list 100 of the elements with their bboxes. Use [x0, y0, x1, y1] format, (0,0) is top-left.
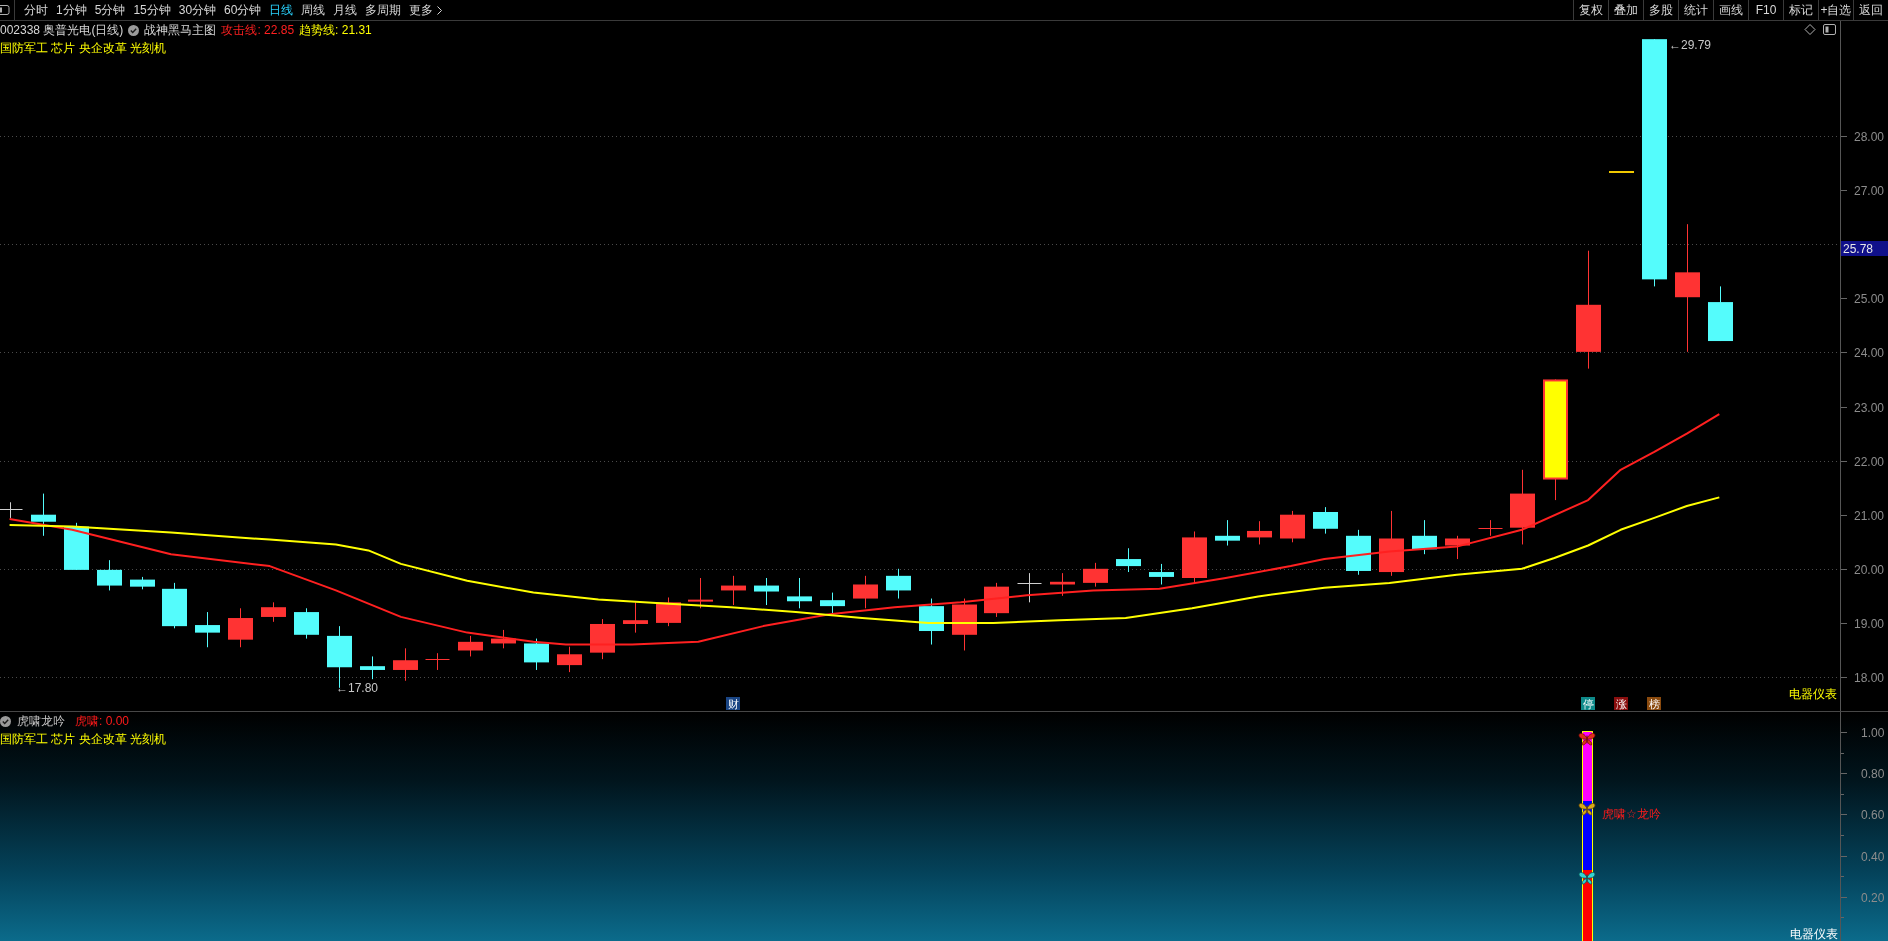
- value-axis-label: 0.80: [1861, 766, 1885, 781]
- candlestick: [820, 592, 845, 615]
- more-menu-button[interactable]: 更多: [405, 0, 447, 20]
- price-axis-label: 27.00: [1854, 183, 1885, 198]
- price-axis-label: 21.00: [1854, 508, 1885, 523]
- candlestick: [721, 575, 746, 606]
- candlestick: [853, 575, 878, 609]
- candlestick: [64, 522, 89, 571]
- candlestick: [31, 493, 56, 537]
- price-axis-label: 23.00: [1854, 400, 1885, 415]
- candlestick: [590, 618, 615, 660]
- toolbar-button[interactable]: F10: [1748, 0, 1783, 20]
- candlestick: [1182, 530, 1207, 584]
- candlestick: [1412, 519, 1437, 555]
- candlestick: [557, 646, 582, 673]
- event-tag: 涨: [1614, 697, 1628, 710]
- candlestick: [393, 647, 418, 682]
- candlestick: [1313, 506, 1338, 535]
- candlestick: [97, 559, 122, 591]
- candlestick: [228, 607, 253, 648]
- sector-label: 电器仪表: [1790, 927, 1838, 941]
- candlestick: [656, 596, 681, 627]
- event-tag: 财: [726, 697, 740, 710]
- candlestick: [1346, 529, 1371, 576]
- indicator-value: 虎啸: 0.00: [75, 713, 130, 730]
- candlestick: [688, 577, 713, 609]
- candlestick: [1280, 510, 1305, 543]
- diamond-icon[interactable]: [1804, 24, 1816, 35]
- indicator-name: 虎啸龙吟: [17, 713, 65, 730]
- candlestick: [162, 582, 187, 629]
- indicator-name: 战神黑马主图: [144, 22, 217, 39]
- toolbar-button[interactable]: 复权: [1573, 0, 1608, 20]
- price-axis-label: 18.00: [1854, 670, 1885, 685]
- chevron-right-icon: [437, 5, 443, 15]
- candlestick: [1708, 285, 1733, 342]
- candlestick: [1215, 519, 1240, 547]
- toolbar-button[interactable]: 多股: [1643, 0, 1678, 20]
- period-tab[interactable]: 5分钟: [90, 0, 130, 20]
- toolbar-button[interactable]: 统计: [1678, 0, 1713, 20]
- candlestick: [360, 655, 385, 680]
- concept-tags: 国防军工 芯片 央企改革 光刻机: [0, 41, 166, 55]
- candlestick: [294, 607, 319, 640]
- toolbar-button[interactable]: 标记: [1783, 0, 1818, 20]
- price-axis-label: 20.00: [1854, 562, 1885, 577]
- butterfly-icon: [1578, 733, 1596, 746]
- candlestick: [130, 576, 155, 590]
- candlestick: [952, 598, 977, 651]
- check-circle-icon[interactable]: [128, 24, 140, 36]
- low-price-label: ←17.80: [336, 681, 379, 695]
- period-tab[interactable]: 分时: [20, 0, 52, 20]
- candlestick: [1478, 519, 1503, 537]
- period-tab[interactable]: 60分钟: [220, 0, 266, 20]
- price-axis-label: 25.00: [1854, 291, 1885, 306]
- toolbar-button[interactable]: 叠加: [1608, 0, 1643, 20]
- event-tag: 榜: [1647, 697, 1661, 710]
- candlestick: [919, 598, 944, 646]
- sector-label: 电器仪表: [1789, 687, 1837, 701]
- candlestick: [1017, 572, 1042, 603]
- butterfly-icon: [1578, 872, 1596, 885]
- candlestick: [1379, 510, 1404, 577]
- period-tab[interactable]: 周线: [297, 0, 330, 20]
- candlestick: [984, 582, 1009, 618]
- panel-toggle-icon[interactable]: [0, 4, 11, 16]
- price-axis-label: 24.00: [1854, 345, 1885, 360]
- candlestick: [1083, 562, 1108, 588]
- candlestick: [1609, 171, 1634, 173]
- toolbar-button[interactable]: +自选: [1818, 0, 1853, 20]
- candlestick: [491, 629, 516, 649]
- panel-toggle-icon[interactable]: [1823, 24, 1836, 35]
- candlestick: [458, 635, 483, 657]
- price-axis-label: 28.00: [1854, 129, 1885, 144]
- concept-tags: 国防军工 芯片 央企改革 光刻机: [0, 732, 166, 746]
- candlestick: [0, 501, 23, 519]
- period-tab[interactable]: 月线: [329, 0, 362, 20]
- indicator-value: 趋势线: 21.31: [299, 22, 372, 39]
- security-title: 002338 奥普光电(日线): [0, 22, 124, 39]
- value-axis-label: 0.60: [1861, 807, 1885, 822]
- price-axis-label: 22.00: [1854, 454, 1885, 469]
- candlestick: [261, 601, 286, 623]
- current-price-tag: 25.78: [1841, 241, 1888, 256]
- candlestick: [1445, 535, 1470, 560]
- candlestick: [754, 577, 779, 606]
- indicator-value: 攻击线: 22.85: [221, 22, 295, 39]
- price-axis-label: 19.00: [1854, 616, 1885, 631]
- candlestick: [524, 638, 549, 671]
- signal-label: 虎啸☆龙吟: [1602, 807, 1661, 821]
- period-tab[interactable]: 15分钟: [129, 0, 175, 20]
- period-tab[interactable]: 日线: [265, 0, 298, 20]
- candlestick: [886, 568, 911, 600]
- candlestick: [1247, 520, 1272, 545]
- candlestick: [1149, 563, 1174, 585]
- event-tag: 停: [1581, 697, 1595, 710]
- check-circle-icon[interactable]: [0, 715, 11, 727]
- toolbar-button[interactable]: 画线: [1713, 0, 1748, 20]
- toolbar-button[interactable]: 返回: [1853, 0, 1888, 20]
- period-tab[interactable]: 1分钟: [52, 0, 91, 20]
- period-tab[interactable]: 多周期: [361, 0, 406, 20]
- period-tab[interactable]: 30分钟: [174, 0, 221, 20]
- value-axis-label: 0.20: [1861, 890, 1885, 905]
- candlestick: [787, 577, 812, 609]
